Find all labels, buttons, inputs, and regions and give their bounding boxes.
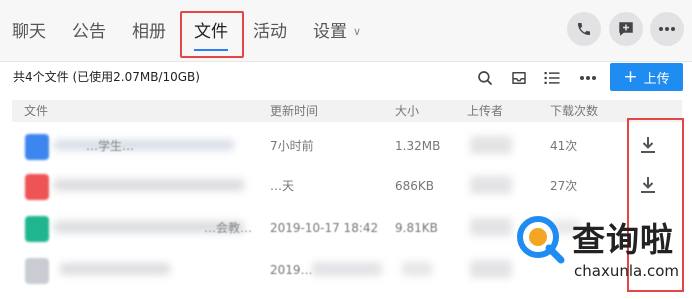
updated-time: 2019… [270, 263, 313, 277]
phone-button[interactable] [567, 12, 601, 46]
toolbar-more-button[interactable] [578, 68, 598, 88]
column-header-size[interactable]: 大小 [395, 104, 419, 118]
column-header-uploader[interactable]: 上传者 [467, 104, 503, 118]
table-row[interactable]: …学生… 7小时前 1.32MB 41次 [12, 126, 682, 166]
tab-activities[interactable]: 活动 [253, 18, 287, 46]
group-tab-bar: 聊天 公告 相册 文件 活动 设置 ∨ [0, 0, 692, 62]
more-icon [580, 76, 596, 80]
upload-button-label: 上传 [643, 71, 670, 87]
download-count: 27次 [550, 179, 578, 193]
file-size: 686KB [395, 179, 435, 193]
header-more-button[interactable] [650, 12, 684, 46]
search-icon [478, 71, 492, 85]
file-table-header: 文件 更新时间 大小 上传者 下载次数 [12, 100, 682, 122]
download-count: 41次 [550, 139, 578, 153]
blurred-uploader [470, 136, 512, 154]
phone-icon [578, 23, 590, 35]
column-header-downloads[interactable]: 下载次数 [550, 104, 598, 118]
inbox-button[interactable] [509, 68, 529, 88]
files-tab-highlight [180, 11, 244, 58]
upload-button[interactable]: + 上传 [610, 63, 683, 91]
updated-time: 7小时前 [270, 139, 314, 153]
blurred-time [312, 262, 382, 276]
watermark-title: 查询啦 [572, 220, 674, 259]
blurred-size [402, 262, 432, 276]
column-header-updated[interactable]: 更新时间 [270, 104, 318, 118]
watermark-logo-icon [517, 216, 565, 264]
tab-announcements[interactable]: 公告 [72, 18, 106, 46]
blurred-file-name [60, 263, 170, 275]
chevron-down-icon: ∨ [353, 25, 362, 38]
file-type-icon [25, 134, 49, 160]
updated-time: …天 [270, 179, 295, 193]
blurred-uploader [470, 218, 512, 236]
blurred-file-name [54, 179, 244, 191]
file-type-icon [25, 258, 49, 284]
table-row[interactable]: …天 686KB 27次 [12, 166, 682, 206]
search-button[interactable] [475, 68, 495, 88]
blurred-file-name [54, 140, 234, 150]
file-name: …会教… [204, 221, 253, 235]
list-view-button[interactable] [542, 68, 562, 88]
updated-time: 2019-10-17 18:42 [270, 221, 379, 235]
tab-settings[interactable]: 设置 ∨ [313, 18, 361, 46]
file-size: 1.32MB [395, 139, 441, 153]
list-view-icon [544, 72, 560, 84]
more-icon [659, 27, 675, 31]
blurred-uploader [470, 176, 512, 194]
plus-icon: + [623, 66, 638, 87]
file-size: 9.81KB [395, 221, 438, 235]
inbox-icon [512, 72, 526, 84]
chat-add-icon [619, 22, 633, 36]
file-type-icon [25, 216, 49, 242]
column-header-file[interactable]: 文件 [24, 104, 48, 118]
tab-settings-label: 设置 [313, 22, 347, 42]
file-type-icon [25, 174, 49, 200]
chat-add-button[interactable] [609, 12, 643, 46]
watermark-url: chaxunla.com [574, 262, 679, 280]
blurred-uploader [470, 260, 512, 278]
tab-chat[interactable]: 聊天 [12, 18, 46, 46]
storage-summary: 共4个文件 (已使用2.07MB/10GB) [13, 70, 200, 84]
tab-album[interactable]: 相册 [132, 18, 166, 46]
file-name: …学生… [86, 139, 135, 153]
